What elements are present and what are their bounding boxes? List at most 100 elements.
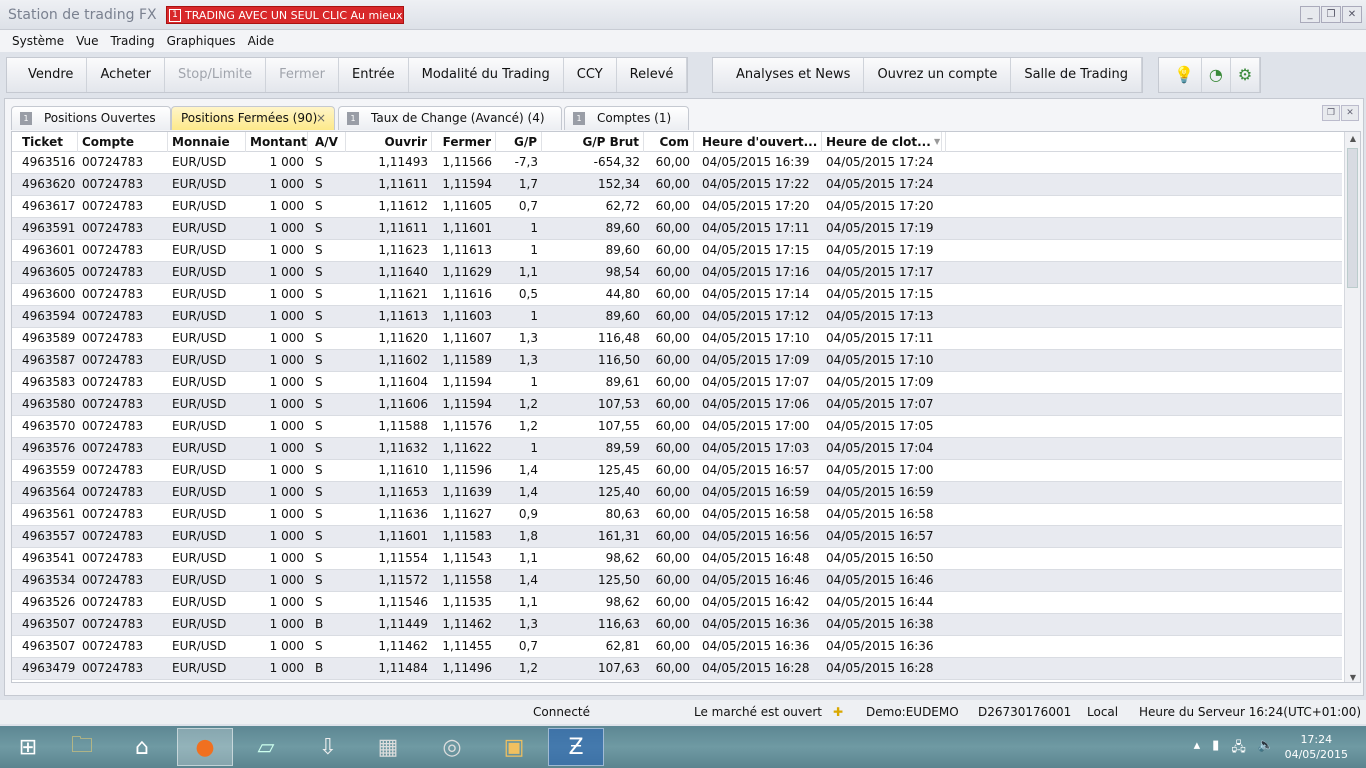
table-row[interactable]: 49635349 00724783 EUR/USD 1 000 S 1,11572 1,11… xyxy=(12,570,1342,592)
toolbar-button-4[interactable]: Entrée xyxy=(339,58,409,92)
toolbar-button-5[interactable]: Modalité du Trading xyxy=(409,58,564,92)
chrome-icon[interactable]: ◎ xyxy=(424,728,480,766)
restore-button[interactable]: ❐ xyxy=(1321,6,1341,23)
alert-icon[interactable]: 💡 xyxy=(1167,58,1202,92)
table-row[interactable]: 49635594 00724783 EUR/USD 1 000 S 1,11610 1,11… xyxy=(12,460,1342,482)
positions-panel: 1 Positions Ouvertes Positions Fermées (9… xyxy=(4,98,1364,696)
show-hidden-icons-icon[interactable]: ▴ xyxy=(1194,738,1201,760)
column-header-9[interactable]: Com xyxy=(646,132,694,152)
cell-2: EUR/USD xyxy=(172,661,227,675)
table-row[interactable]: 49635877 00724783 EUR/USD 1 000 S 1,11602 1,11… xyxy=(12,350,1342,372)
calculator-icon[interactable]: ▦ xyxy=(360,728,416,766)
scrollbar-thumb[interactable] xyxy=(1347,148,1358,288)
menu-graphiques[interactable]: Graphiques xyxy=(165,30,242,52)
one-click-trading-banner[interactable]: 1 TRADING AVEC UN SEUL CLIC Au mieux xyxy=(166,6,404,24)
close-button[interactable]: ✕ xyxy=(1342,6,1362,23)
column-header-4[interactable]: A/V xyxy=(311,132,346,152)
table-row[interactable]: 49635573 00724783 EUR/USD 1 000 S 1,11601 1,11… xyxy=(12,526,1342,548)
tab-taux-de-change[interactable]: 1 Taux de Change (Avancé) (4) xyxy=(338,106,562,130)
home-icon[interactable]: ⌂ xyxy=(114,728,170,766)
trading-station-icon[interactable]: Ƶ xyxy=(548,728,604,766)
table-row[interactable]: 49636178 00724783 EUR/USD 1 000 S 1,11612 1,11… xyxy=(12,196,1342,218)
start-button-windows-icon[interactable]: ⊞ xyxy=(0,728,56,766)
column-header-2[interactable]: Monnaie xyxy=(168,132,246,152)
menu-aide[interactable]: Aide xyxy=(246,30,281,52)
cell-6: 1,11616 xyxy=(442,287,492,301)
toolbar-link-1[interactable]: Ouvrez un compte xyxy=(864,58,1012,92)
settings-icon[interactable]: ⚙ xyxy=(1231,58,1261,92)
column-header-8[interactable]: G/P Brut xyxy=(544,132,644,152)
cell-0: 49635700 xyxy=(22,419,76,433)
toolbar-button-6[interactable]: CCY xyxy=(564,58,617,92)
clock-icon[interactable]: ◔ xyxy=(1202,58,1231,92)
cell-3: 1 000 xyxy=(269,331,304,345)
file-explorer-icon[interactable]: 🗀 xyxy=(54,728,110,766)
column-header-0[interactable]: Ticket xyxy=(18,132,78,152)
tab-positions-ouvertes[interactable]: 1 Positions Ouvertes xyxy=(11,106,171,130)
column-header-5[interactable]: Ouvrir xyxy=(346,132,432,152)
toolbar-link-2[interactable]: Salle de Trading xyxy=(1011,58,1142,92)
cell-5: 1,11588 xyxy=(378,419,428,433)
table-row[interactable]: 49635700 00724783 EUR/USD 1 000 S 1,11588 1,11… xyxy=(12,416,1342,438)
column-header-7[interactable]: G/P xyxy=(498,132,542,152)
tab-positions-fermees[interactable]: Positions Fermées (90) × xyxy=(171,106,335,130)
cell-2: EUR/USD xyxy=(172,199,227,213)
table-row[interactable]: 4963526000724783EUR/USD1 000S1,115461,11… xyxy=(12,592,1342,614)
volume-icon[interactable]: 🔈 xyxy=(1258,738,1274,760)
table-row[interactable]: 49635648 00724783 EUR/USD 1 000 S 1,11653 1,11… xyxy=(12,482,1342,504)
cell-1: 00724783 xyxy=(82,551,144,565)
tab-comptes[interactable]: 1 Comptes (1) xyxy=(564,106,689,130)
close-panel-button[interactable]: ✕ xyxy=(1341,105,1359,121)
toolbar-button-0[interactable]: Vendre xyxy=(15,58,88,92)
table-row[interactable]: 49635760 00724783 EUR/USD 1 000 S 1,11632 1,11… xyxy=(12,438,1342,460)
image-viewer-icon[interactable]: ▣ xyxy=(486,728,542,766)
cell-8: 107,63 xyxy=(598,661,640,675)
table-row[interactable]: 49636209 00724783 EUR/USD 1 000 S 1,11611 1,11… xyxy=(12,174,1342,196)
cell-7: 0,9 xyxy=(518,507,538,521)
column-header-11[interactable]: Heure de clot... xyxy=(822,132,946,152)
toolbar-button-3[interactable]: Fermer xyxy=(266,58,339,92)
table-row[interactable]: 49635830 00724783 EUR/USD 1 000 S 1,11604 1,11… xyxy=(12,372,1342,394)
table-row[interactable]: 49636019 00724783 EUR/USD 1 000 S 1,11623 1,11… xyxy=(12,240,1342,262)
menu-vue[interactable]: Vue xyxy=(74,30,104,52)
column-header-3[interactable]: Montant xyxy=(246,132,308,152)
table-row[interactable]: 4963605000724783EUR/USD1 000S1,116401,11… xyxy=(12,262,1342,284)
column-header-1[interactable]: Compte xyxy=(78,132,168,152)
restore-panel-button[interactable]: ❐ xyxy=(1322,105,1340,121)
installer-icon[interactable]: ⇩ xyxy=(300,728,356,766)
network-icon[interactable]: 🖧 xyxy=(1231,738,1246,760)
cell-3: 1 000 xyxy=(269,353,304,367)
firefox-icon[interactable]: ● xyxy=(177,728,233,766)
toolbar-button-1[interactable]: Acheter xyxy=(87,58,165,92)
cell-4: S xyxy=(315,441,323,455)
table-row[interactable]: 49635169 00724783 EUR/USD 1 000 S 1,11493 1,11… xyxy=(12,152,1342,174)
cell-2: EUR/USD xyxy=(172,573,227,587)
minimize-button[interactable]: _ xyxy=(1300,6,1320,23)
toolbar-button-7[interactable]: Relevé xyxy=(617,58,688,92)
table-row[interactable]: 49635803 00724783 EUR/USD 1 000 S 1,11606 1,11… xyxy=(12,394,1342,416)
cell-6: 1,11639 xyxy=(442,485,492,499)
table-row[interactable]: 49636004 00724783 EUR/USD 1 000 S 1,11621 1,11… xyxy=(12,284,1342,306)
column-header-6[interactable]: Fermer xyxy=(438,132,496,152)
clock[interactable]: 17:24 04/05/2015 xyxy=(1285,732,1348,762)
cell-8: 116,63 xyxy=(598,617,640,631)
cell-3: 1 000 xyxy=(269,617,304,631)
table-row[interactable]: 4963541800724783EUR/USD1 000S1,115541,11… xyxy=(12,548,1342,570)
toolbar-link-0[interactable]: Analyses et News xyxy=(723,58,865,92)
table-row[interactable]: 49635614 00724783 EUR/USD 1 000 S 1,11636 1,11… xyxy=(12,504,1342,526)
close-tab-icon[interactable]: × xyxy=(316,107,326,129)
column-header-10[interactable]: Heure d'ouvert... xyxy=(698,132,822,152)
cell-4: S xyxy=(315,375,323,389)
toolbar-button-2[interactable]: Stop/Limite xyxy=(165,58,267,92)
battery-icon[interactable]: ▮ xyxy=(1212,738,1219,760)
table-row[interactable]: 49635942 00724783 EUR/USD 1 000 S 1,11613 1,11… xyxy=(12,306,1342,328)
vertical-scrollbar[interactable]: ▲ ▼ xyxy=(1344,132,1360,682)
table-row[interactable]: 49635892 00724783 EUR/USD 1 000 S 1,11620 1,11… xyxy=(12,328,1342,350)
table-row[interactable]: 49635073 00724783 EUR/USD 1 000 S 1,11462 1,11… xyxy=(12,636,1342,658)
menu-trading[interactable]: Trading xyxy=(109,30,161,52)
notepad-icon[interactable]: ▱ xyxy=(238,728,294,766)
menu-système[interactable]: Système xyxy=(10,30,70,52)
table-row[interactable]: 49634794 00724783 EUR/USD 1 000 B 1,11484 1,11… xyxy=(12,658,1342,680)
table-row[interactable]: 49635076 00724783 EUR/USD 1 000 B 1,11449 1,11… xyxy=(12,614,1342,636)
table-row[interactable]: 49635910 00724783 EUR/USD 1 000 S 1,11611 1,11… xyxy=(12,218,1342,240)
